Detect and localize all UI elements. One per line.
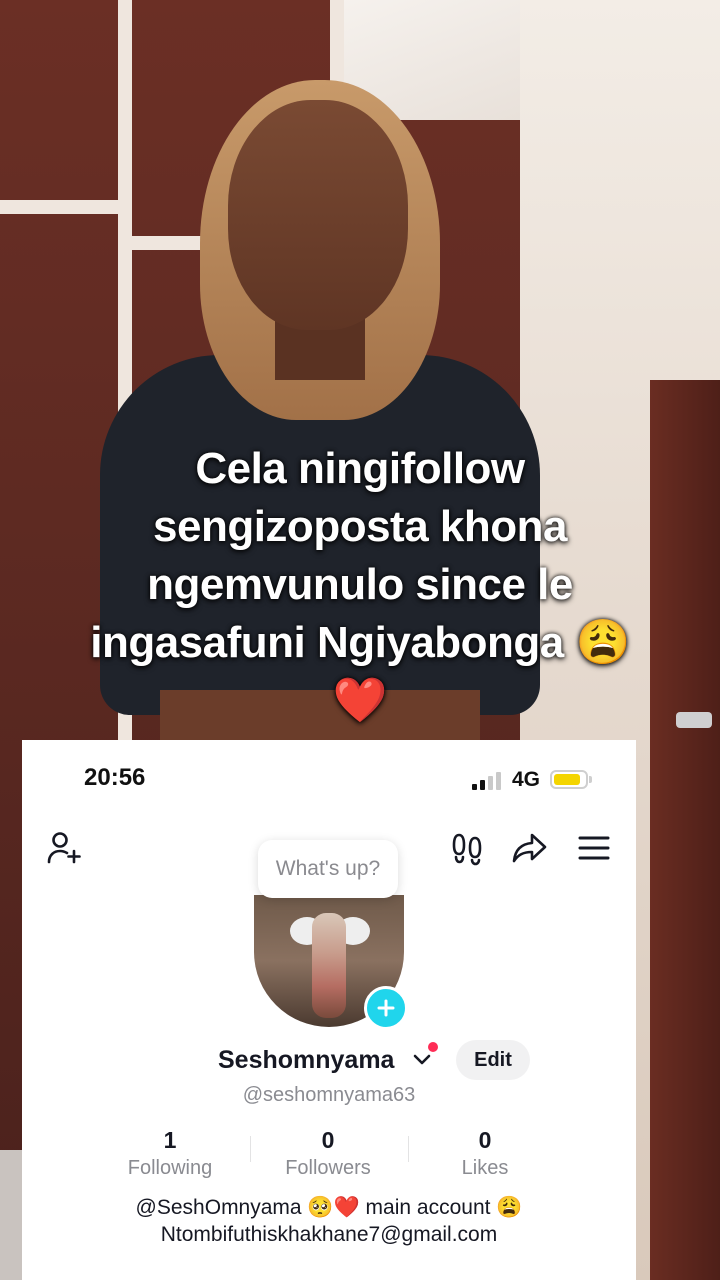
caption-line: ngemvunulo since le <box>147 560 573 609</box>
status-time: 20:56 <box>84 764 146 791</box>
menu-icon[interactable] <box>572 826 616 870</box>
footprints-icon[interactable] <box>446 826 490 870</box>
divider <box>408 1136 409 1162</box>
person-face <box>228 100 408 330</box>
add-user-icon[interactable] <box>42 826 86 870</box>
video-caption: Cela ningifollow sengizoposta khona ngem… <box>40 440 680 730</box>
stat-value: 1 <box>163 1127 177 1153</box>
username-handle: @seshomnyama63 <box>242 1084 416 1106</box>
add-story-button[interactable] <box>364 986 408 1030</box>
battery-level <box>554 774 580 785</box>
signal-icon <box>472 770 506 790</box>
divider <box>250 1136 251 1162</box>
stat-value: 0 <box>478 1127 492 1153</box>
avatar-figure <box>312 913 346 1018</box>
profile-screenshot: 20:56 4G What's up? Seshomnyama Edit @se… <box>22 740 636 1280</box>
stat-likes[interactable]: 0 Likes <box>410 1126 560 1182</box>
display-name: Seshomnyama <box>218 1046 395 1074</box>
caption-line: Cela ningifollow <box>195 444 525 493</box>
edit-profile-button[interactable]: Edit <box>456 1040 530 1080</box>
caption-line: ingasafuni Ngiyabonga 😩 <box>90 618 630 667</box>
stat-label: Followers <box>285 1157 371 1179</box>
stat-followers[interactable]: 0 Followers <box>253 1126 403 1182</box>
cabinet-frame <box>0 200 130 214</box>
door-handle <box>676 712 712 728</box>
network-type: 4G <box>512 768 541 791</box>
plus-icon <box>377 999 395 1017</box>
note-bubble[interactable]: What's up? <box>258 840 398 898</box>
stat-label: Following <box>127 1157 213 1179</box>
shelf <box>0 1150 22 1280</box>
stat-following[interactable]: 1 Following <box>95 1126 245 1182</box>
share-icon[interactable] <box>508 826 552 870</box>
stat-label: Likes <box>461 1157 509 1179</box>
bio-email[interactable]: Ntombifuthiskhakhane7@gmail.com <box>22 1222 636 1248</box>
caption-line: ❤️ <box>332 676 388 725</box>
battery-icon <box>550 770 592 789</box>
caption-line: sengizoposta khona <box>153 502 567 551</box>
notification-dot <box>428 1042 438 1052</box>
stat-value: 0 <box>321 1127 335 1153</box>
bio-line: @SeshOmnyama 🥺❤️ main account 😩 <box>135 1196 523 1219</box>
